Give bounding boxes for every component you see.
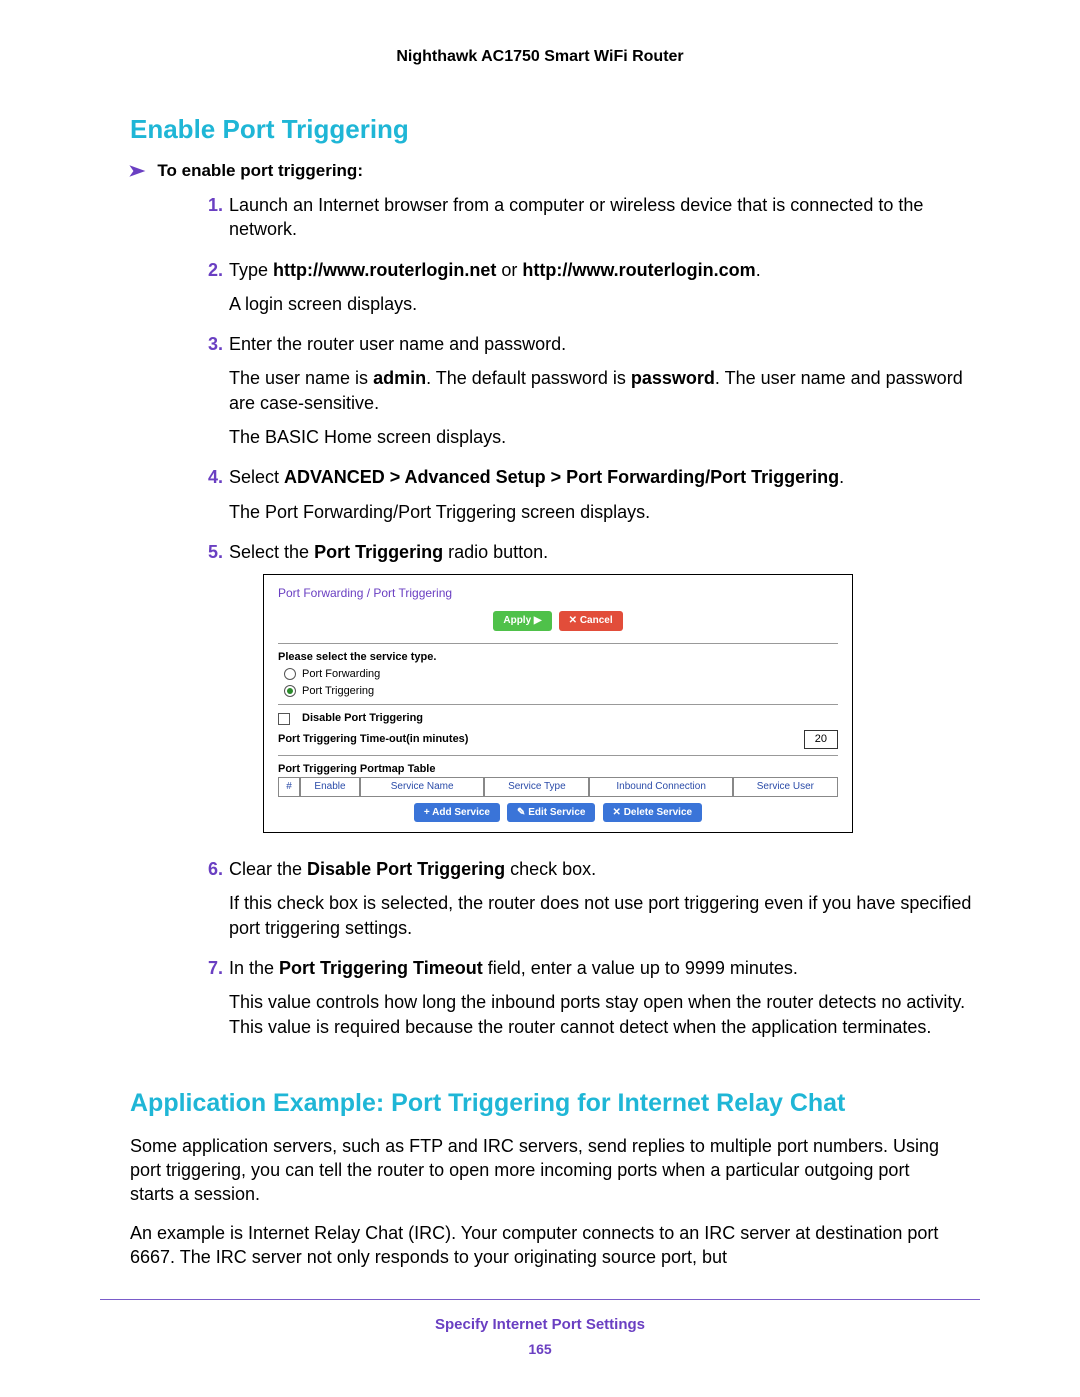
step-number: 5. (195, 540, 223, 851)
radio-port-forwarding[interactable]: Port Forwarding (284, 667, 838, 682)
ui-screenshot: Port Forwarding / Port Triggering Apply … (263, 574, 853, 833)
step-text: In the Port Triggering Timeout field, en… (229, 956, 980, 980)
th-service-user: Service User (733, 777, 838, 797)
product-header: Nighthawk AC1750 Smart WiFi Router (100, 48, 980, 66)
radio-port-triggering[interactable]: Port Triggering (284, 684, 838, 699)
page-footer: Specify Internet Port Settings 165 (100, 1299, 980, 1357)
instruction-lead: ➤ To enable port triggering: (130, 161, 980, 181)
section-heading-example: Application Example: Port Triggering for… (130, 1089, 980, 1118)
service-type-label: Please select the service type. (278, 650, 838, 665)
delete-service-button[interactable]: ✕ Delete Service (603, 803, 703, 823)
th-service-name: Service Name (360, 777, 484, 797)
disable-checkbox[interactable] (278, 713, 290, 725)
portmap-table-header: # Enable Service Name Service Type Inbou… (278, 777, 838, 797)
step-text: Enter the router user name and password. (229, 332, 980, 356)
footer-title: Specify Internet Port Settings (100, 1316, 980, 1333)
step-text: If this check box is selected, the route… (229, 891, 980, 940)
body-paragraph: Some application servers, such as FTP an… (130, 1134, 950, 1207)
timeout-label: Port Triggering Time-out(in minutes) (278, 732, 468, 747)
step-text: Launch an Internet browser from a comput… (229, 193, 980, 242)
page-number: 165 (100, 1341, 980, 1357)
portmap-label: Port Triggering Portmap Table (278, 762, 838, 777)
step-3: 3. Enter the router user name and passwo… (195, 332, 980, 459)
step-text: The user name is admin. The default pass… (229, 366, 980, 415)
step-text: The BASIC Home screen displays. (229, 425, 980, 449)
step-text: Type http://www.routerlogin.net or http:… (229, 258, 980, 282)
step-2: 2. Type http://www.routerlogin.net or ht… (195, 258, 980, 327)
step-1: 1. Launch an Internet browser from a com… (195, 193, 980, 252)
apply-button[interactable]: Apply ▶ (493, 611, 551, 631)
step-text: The Port Forwarding/Port Triggering scre… (229, 500, 980, 524)
th-enable: Enable (300, 777, 360, 797)
step-text: This value controls how long the inbound… (229, 990, 980, 1039)
step-4: 4. Select ADVANCED > Advanced Setup > Po… (195, 465, 980, 534)
cancel-button[interactable]: ✕ Cancel (559, 611, 623, 631)
th-inbound: Inbound Connection (589, 777, 732, 797)
step-text: Select ADVANCED > Advanced Setup > Port … (229, 465, 980, 489)
step-text: Clear the Disable Port Triggering check … (229, 857, 980, 881)
arrow-icon: ➤ (128, 161, 145, 181)
step-text: A login screen displays. (229, 292, 980, 316)
panel-title: Port Forwarding / Port Triggering (278, 585, 838, 601)
step-number: 6. (195, 857, 223, 950)
step-7: 7. In the Port Triggering Timeout field,… (195, 956, 980, 1049)
step-number: 4. (195, 465, 223, 534)
section-heading-enable: Enable Port Triggering (130, 114, 980, 145)
step-5: 5. Select the Port Triggering radio butt… (195, 540, 980, 851)
timeout-input[interactable]: 20 (804, 730, 838, 749)
add-service-button[interactable]: + Add Service (414, 803, 500, 823)
step-6: 6. Clear the Disable Port Triggering che… (195, 857, 980, 950)
th-hash: # (278, 777, 300, 797)
step-number: 7. (195, 956, 223, 1049)
edit-service-button[interactable]: ✎ Edit Service (507, 803, 595, 823)
page-container: Nighthawk AC1750 Smart WiFi Router Enabl… (0, 0, 1080, 1397)
step-text: Select the Port Triggering radio button. (229, 540, 980, 564)
body-paragraph: An example is Internet Relay Chat (IRC).… (130, 1221, 950, 1270)
step-number: 1. (195, 193, 223, 252)
step-number: 3. (195, 332, 223, 459)
th-service-type: Service Type (484, 777, 589, 797)
radio-icon (284, 668, 296, 680)
step-number: 2. (195, 258, 223, 327)
radio-icon (284, 685, 296, 697)
instruction-label: To enable port triggering: (157, 161, 363, 181)
disable-label: Disable Port Triggering (302, 711, 423, 726)
